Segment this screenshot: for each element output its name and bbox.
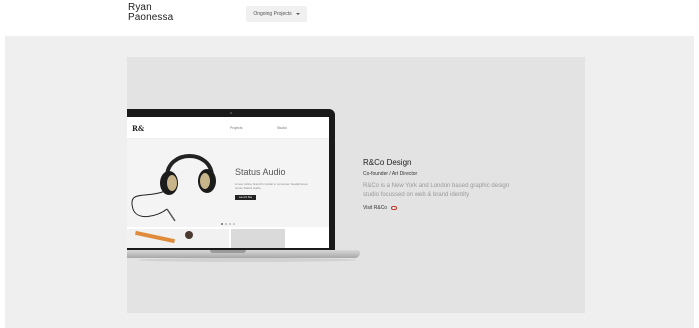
chevron-down-icon bbox=[295, 13, 300, 15]
project-title: R&Co Design bbox=[363, 158, 412, 167]
screen-hero-button: Launch Site bbox=[235, 195, 256, 200]
projects-dropdown[interactable]: Ongoing Projects bbox=[246, 6, 307, 22]
camera-dot bbox=[230, 112, 232, 114]
project-role: Co-founder / Art Director bbox=[363, 171, 418, 177]
screen-logo: R& bbox=[132, 124, 145, 133]
screen-carousel-dots bbox=[221, 223, 235, 225]
screen-hero-title: Status Audio bbox=[235, 167, 286, 177]
carousel-dot bbox=[233, 223, 235, 225]
visit-link-label: Visit R&Co bbox=[363, 205, 388, 211]
dropdown-label: Ongoing Projects bbox=[253, 11, 292, 17]
screen-nav-studio: Studio bbox=[277, 126, 287, 130]
screen-nav-projects: Projects bbox=[230, 126, 243, 130]
link-icon bbox=[391, 206, 398, 210]
laptop-shadow bbox=[137, 258, 357, 262]
screen-dark-object bbox=[185, 231, 193, 239]
screen-hero-desc: A new online brand for detail in consume… bbox=[235, 182, 309, 190]
screen-hero: Status Audio A new online brand for deta… bbox=[127, 139, 329, 227]
site-brand[interactable]: Ryan Paonessa bbox=[128, 3, 173, 23]
carousel-dot bbox=[221, 223, 223, 225]
laptop-mockup: R& Projects Studio Status Audio A new on… bbox=[127, 109, 362, 262]
carousel-dot bbox=[229, 223, 231, 225]
brand-last-name: Paonessa bbox=[128, 12, 174, 23]
site-header: Ryan Paonessa Ongoing Projects bbox=[0, 0, 699, 36]
project-info: R&Co Design Co-founder / Art Director R&… bbox=[363, 158, 533, 211]
headphones-image bbox=[131, 154, 216, 222]
screen-nav: R& Projects Studio bbox=[127, 117, 329, 139]
screen-thumb-2 bbox=[231, 229, 285, 248]
visit-project-link[interactable]: Visit R&Co bbox=[363, 205, 533, 211]
project-description: R&Co is a New York and London based grap… bbox=[363, 183, 510, 198]
carousel-dot bbox=[225, 223, 227, 225]
laptop-screen: R& Projects Studio Status Audio A new on… bbox=[127, 117, 329, 248]
laptop-notch bbox=[210, 250, 246, 253]
